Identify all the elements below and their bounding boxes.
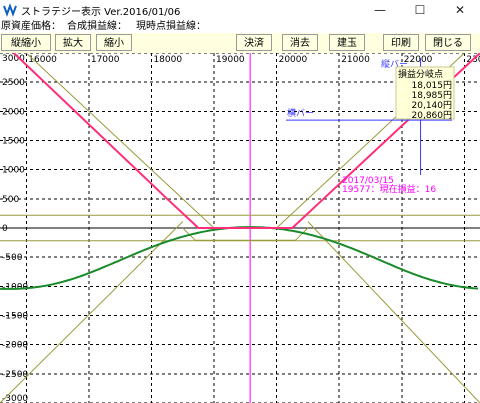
info-bar: 原資産価格： 合成損益線： 現時点損益線： bbox=[0, 20, 480, 33]
breakeven-value: 18,985円 bbox=[412, 90, 453, 101]
breakeven-title: 損益分岐点 bbox=[398, 68, 443, 80]
y-tick-label: 1500 bbox=[2, 137, 25, 147]
y-tick-label: 0 bbox=[2, 224, 8, 234]
underlying-price-label: 原資産価格： bbox=[1, 21, 61, 32]
maximize-button[interactable]: ☐ bbox=[400, 0, 440, 20]
y-tick-label: -3000 bbox=[2, 394, 28, 403]
y-tick-label: -2000 bbox=[2, 341, 28, 351]
erase-button[interactable]: 消去 bbox=[282, 34, 318, 51]
x-tick-label: 21000 bbox=[341, 55, 370, 65]
y-tick-label: 500 bbox=[2, 195, 19, 205]
payoff-chart[interactable]: 3000 2500 2000 1500 1000 500 0 -500 -1000 -1500 -2… bbox=[0, 53, 480, 403]
current-pl-label: 現時点損益線： bbox=[136, 21, 206, 32]
vertical-shrink-button[interactable]: 縦縮小 bbox=[1, 34, 51, 51]
window-title: ストラテジー表示 Ver.2016/01/06 bbox=[21, 7, 181, 18]
y-tick-label: 2500 bbox=[2, 78, 25, 88]
minimize-button[interactable]: — bbox=[360, 0, 400, 20]
y-tick-label: 2000 bbox=[2, 107, 25, 117]
y-tick-label: -1500 bbox=[2, 312, 28, 322]
x-tick-label: 19000 bbox=[216, 55, 245, 65]
horizontal-bar-label: 横バー bbox=[287, 107, 314, 119]
y-tick-label: -500 bbox=[2, 253, 23, 263]
print-button[interactable]: 印刷 bbox=[383, 34, 419, 51]
zoom-out-button[interactable]: 縮小 bbox=[96, 34, 132, 51]
x-tick-label: 22000 bbox=[404, 55, 433, 65]
x-tick-label: 17000 bbox=[91, 55, 120, 65]
zoom-in-button[interactable]: 拡大 bbox=[55, 34, 91, 51]
breakeven-value: 20,860円 bbox=[412, 110, 453, 121]
x-tick-label: 20000 bbox=[279, 55, 308, 65]
toolbar: 縦縮小 拡大 縮小 決済 消去 建玉 印刷 閉じる bbox=[0, 33, 480, 53]
app-icon bbox=[3, 3, 17, 17]
y-tick-label: -1000 bbox=[2, 282, 28, 292]
y-tick-label: 3000 bbox=[2, 54, 25, 64]
close-button[interactable]: 閉じる bbox=[425, 34, 471, 51]
y-tick-label: 1000 bbox=[2, 166, 25, 176]
breakeven-value: 20,140円 bbox=[412, 100, 453, 111]
combined-pl-label: 合成損益線： bbox=[67, 21, 127, 32]
x-tick-label: 16000 bbox=[28, 55, 57, 65]
settle-button[interactable]: 決済 bbox=[236, 34, 272, 51]
title-bar: ストラテジー表示 Ver.2016/01/06 — ☐ ✕ bbox=[0, 0, 480, 21]
current-pl-value: 19577：現在損益：16 bbox=[342, 183, 436, 195]
x-tick-label: 18000 bbox=[153, 55, 182, 65]
build-position-button[interactable]: 建玉 bbox=[329, 34, 365, 51]
close-window-button[interactable]: ✕ bbox=[440, 0, 480, 20]
breakeven-value: 18,015円 bbox=[412, 80, 453, 91]
